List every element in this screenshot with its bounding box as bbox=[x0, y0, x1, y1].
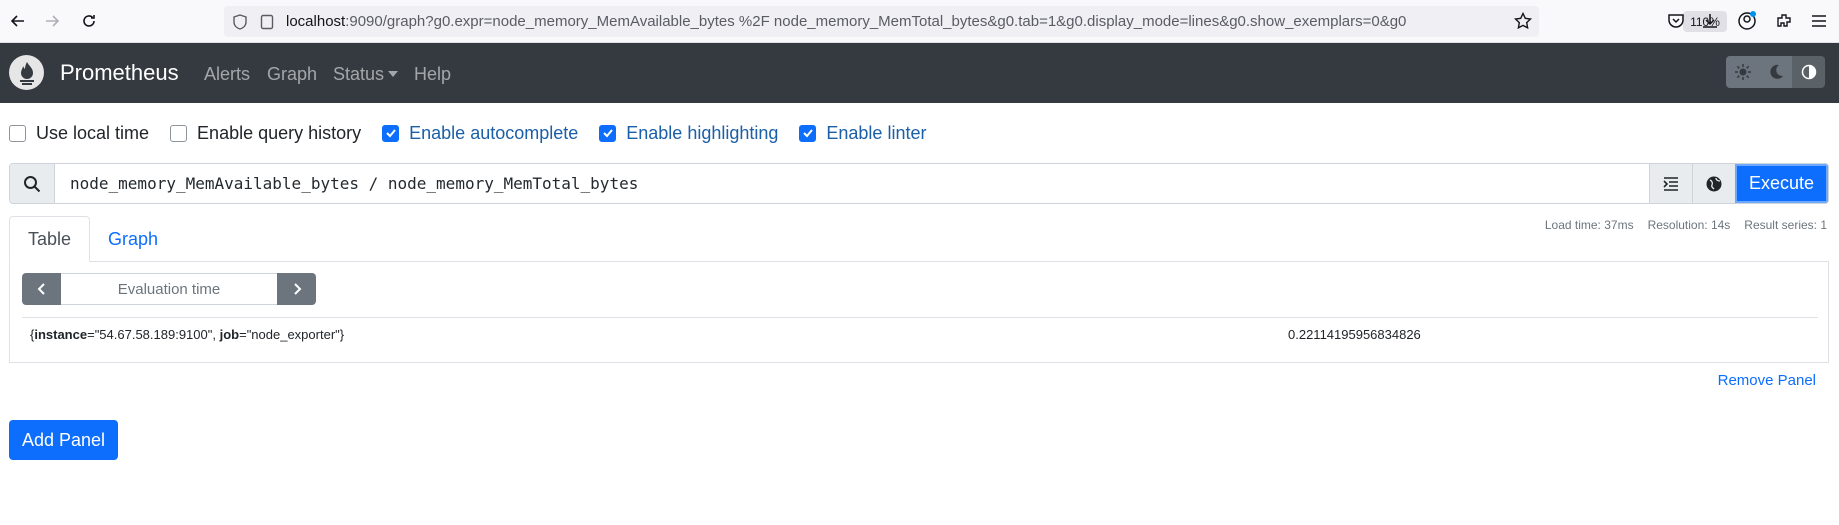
use-local-time-label[interactable]: Use local time bbox=[36, 123, 149, 144]
downloads-icon[interactable] bbox=[1697, 8, 1723, 34]
autocomplete-checkbox[interactable] bbox=[382, 124, 400, 142]
query-history-checkbox[interactable] bbox=[170, 124, 188, 142]
menu-icon[interactable] bbox=[1806, 8, 1832, 34]
metrics-explorer-globe-icon[interactable] bbox=[1692, 164, 1735, 203]
query-options: Use local time Enable query history Enab… bbox=[9, 122, 947, 144]
label-value: "54.67.58.189:9100" bbox=[94, 327, 213, 342]
nav-status-label: Status bbox=[333, 64, 385, 84]
remove-panel-link[interactable]: Remove Panel bbox=[1718, 372, 1816, 389]
panel-tabs: Table Graph bbox=[9, 216, 176, 262]
browser-toolbar: localhost:9090/graph?g0.expr=node_memory… bbox=[0, 0, 1839, 43]
result-series: Result series: 1 bbox=[1744, 218, 1827, 232]
chevron-right-icon[interactable] bbox=[277, 273, 316, 305]
highlighting-label[interactable]: Enable highlighting bbox=[626, 123, 778, 144]
bookmark-star-icon[interactable] bbox=[1513, 11, 1533, 35]
expression-input-group: node_memory_MemAvailable_bytes / node_me… bbox=[9, 163, 1829, 204]
chevron-down-icon bbox=[388, 71, 399, 77]
series-labels: {instance="54.67.58.189:9100", job="node… bbox=[30, 327, 345, 342]
linter-checkbox[interactable] bbox=[799, 124, 817, 142]
nav-help[interactable]: Help bbox=[414, 64, 451, 85]
nav-status[interactable]: Status bbox=[333, 64, 399, 85]
moon-icon[interactable] bbox=[1759, 56, 1792, 88]
prometheus-logo-icon[interactable] bbox=[9, 55, 44, 90]
tab-table[interactable]: Table bbox=[9, 216, 91, 262]
forward-icon[interactable] bbox=[37, 6, 67, 36]
account-icon[interactable] bbox=[1734, 8, 1760, 34]
contrast-icon[interactable] bbox=[1792, 56, 1825, 88]
label-key: instance bbox=[34, 327, 88, 342]
label-key: job bbox=[219, 327, 240, 342]
url-text[interactable]: localhost:9090/graph?g0.expr=node_memory… bbox=[286, 13, 1476, 30]
nav-graph[interactable]: Graph bbox=[267, 64, 317, 85]
search-icon bbox=[10, 164, 55, 203]
shield-icon[interactable] bbox=[232, 14, 248, 35]
expression-input[interactable]: node_memory_MemAvailable_bytes / node_me… bbox=[55, 164, 1649, 203]
resolution: Resolution: 14s bbox=[1647, 218, 1731, 232]
add-panel-button[interactable]: Add Panel bbox=[9, 420, 118, 460]
evaluation-time-input[interactable]: Evaluation time bbox=[61, 273, 277, 305]
tab-graph[interactable]: Graph bbox=[90, 216, 176, 262]
reload-icon[interactable] bbox=[74, 6, 104, 36]
table-panel: Evaluation time {instance="54.67.58.189:… bbox=[9, 261, 1829, 363]
evaluation-time-group: Evaluation time bbox=[22, 273, 316, 305]
table-row: {instance="54.67.58.189:9100", job="node… bbox=[22, 317, 1818, 353]
query-history-option[interactable]: Enable query history bbox=[170, 123, 361, 144]
highlighting-option[interactable]: Enable highlighting bbox=[599, 123, 778, 144]
page-icon[interactable] bbox=[260, 14, 274, 35]
sun-icon[interactable] bbox=[1726, 56, 1759, 88]
pocket-icon[interactable] bbox=[1663, 8, 1689, 34]
theme-toggle-group bbox=[1726, 56, 1825, 88]
top-navbar: Prometheus Alerts Graph Status Help bbox=[0, 43, 1839, 103]
autocomplete-option[interactable]: Enable autocomplete bbox=[382, 123, 578, 144]
brand-title[interactable]: Prometheus bbox=[60, 60, 179, 86]
execute-button[interactable]: Execute bbox=[1735, 164, 1828, 203]
query-history-label[interactable]: Enable query history bbox=[197, 123, 361, 144]
chevron-left-icon[interactable] bbox=[22, 273, 61, 305]
format-expression-icon[interactable] bbox=[1649, 164, 1692, 203]
series-value: 0.22114195956834826 bbox=[1288, 327, 1421, 342]
highlighting-checkbox[interactable] bbox=[599, 124, 617, 142]
back-icon[interactable] bbox=[3, 6, 33, 36]
linter-option[interactable]: Enable linter bbox=[799, 123, 926, 144]
linter-label[interactable]: Enable linter bbox=[826, 123, 926, 144]
nav-alerts[interactable]: Alerts bbox=[204, 64, 250, 85]
label-value: "node_exporter" bbox=[246, 327, 340, 342]
use-local-time-option[interactable]: Use local time bbox=[9, 123, 149, 144]
extensions-icon[interactable] bbox=[1771, 8, 1797, 34]
url-bar[interactable]: localhost:9090/graph?g0.expr=node_memory… bbox=[224, 6, 1727, 37]
load-time: Load time: 37ms bbox=[1544, 218, 1634, 232]
query-stats: Load time: 37ms Resolution: 14s Result s… bbox=[1545, 218, 1827, 232]
use-local-time-checkbox[interactable] bbox=[9, 124, 26, 142]
autocomplete-label[interactable]: Enable autocomplete bbox=[409, 123, 578, 144]
